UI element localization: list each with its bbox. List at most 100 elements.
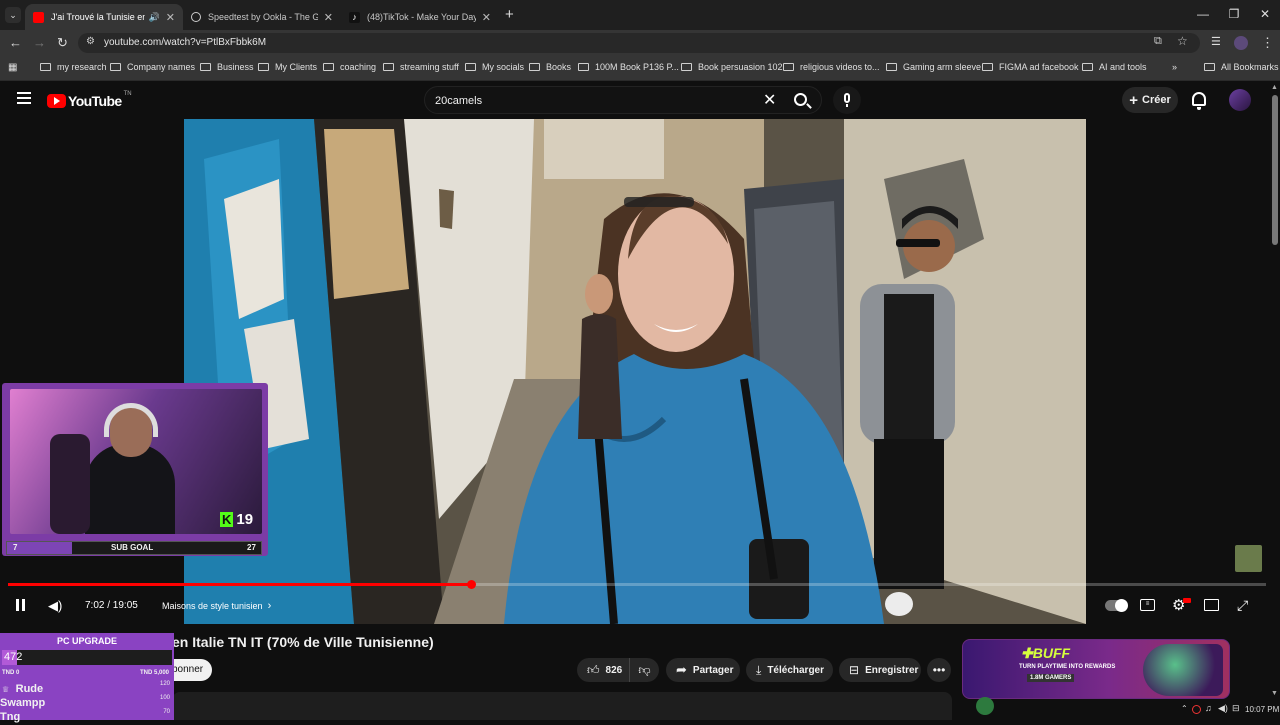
sub-goal-current: 7	[13, 543, 18, 552]
more-bookmarks-icon[interactable]: »	[1172, 62, 1177, 72]
bookmark-folder[interactable]: Gaming arm sleeve	[886, 62, 981, 72]
create-label: Créer	[1142, 94, 1171, 106]
bookmark-folder[interactable]: Company names	[110, 62, 195, 72]
bookmark-folder[interactable]: my research	[40, 62, 107, 72]
bookmark-label: All Bookmarks	[1221, 62, 1279, 72]
bookmark-folder[interactable]: coaching	[323, 62, 376, 72]
autoplay-toggle[interactable]	[1105, 599, 1128, 612]
bookmark-folder[interactable]: My socials	[465, 62, 524, 72]
tab-search-button[interactable]: ⌄	[5, 7, 21, 23]
install-icon[interactable]: ⧉	[1154, 35, 1162, 48]
tray-volume-icon[interactable]: ◀)	[1218, 703, 1228, 714]
youtube-header: YouTube TN 20camels ✕ + Créer	[0, 81, 1280, 119]
subtitles-icon[interactable]: ≡	[1140, 599, 1155, 611]
browser-tab[interactable]: J'ai Trouvé la Tunisie en Itali 🔊 ✕	[25, 4, 183, 30]
share-label: Partager	[692, 664, 734, 676]
theater-mode-icon[interactable]	[1204, 599, 1219, 611]
close-tab-icon[interactable]: ✕	[166, 11, 175, 24]
apps-icon[interactable]: ▦	[8, 62, 17, 73]
save-button[interactable]: ⊟ Enregistrer	[839, 658, 921, 682]
chapter-title[interactable]: Maisons de style tunisien ›	[162, 600, 271, 612]
scroll-down-icon[interactable]: ▼	[1271, 690, 1278, 697]
bookmark-folder[interactable]: Book persuasion 102	[681, 62, 783, 72]
browser-tab[interactable]: Speedtest by Ookla - The Glob ✕	[183, 4, 341, 30]
headset-icon[interactable]: ♫	[1205, 703, 1212, 713]
folder-icon	[383, 63, 394, 71]
tray-app-icon[interactable]	[1192, 705, 1201, 714]
scroll-up-icon[interactable]: ▲	[1271, 84, 1278, 91]
voice-search-icon[interactable]	[833, 86, 861, 114]
video-player[interactable]	[184, 119, 1086, 624]
hamburger-menu-icon[interactable]	[17, 92, 31, 104]
pause-button[interactable]	[15, 599, 27, 612]
logo-country: TN	[123, 91, 132, 97]
youtube-logo[interactable]: YouTube TN	[47, 91, 132, 109]
speedtest-favicon	[191, 12, 201, 22]
profile-avatar[interactable]	[1234, 36, 1248, 50]
volume-icon[interactable]: ◀)	[48, 598, 62, 614]
pc-upgrade-min: TND 0	[2, 670, 20, 676]
chapter-label: Maisons de style tunisien	[162, 601, 263, 611]
bookmark-label: Business	[217, 62, 254, 72]
bookmark-folder[interactable]: streaming stuff	[383, 62, 459, 72]
address-toolbar: ← → ↻ ⚙ youtube.com/watch?v=PtlBxFbbk6M …	[0, 30, 1280, 56]
leaderboard-row: Tng 70	[0, 707, 170, 723]
address-bar[interactable]: ⚙ youtube.com/watch?v=PtlBxFbbk6M ⧉ ☆	[78, 33, 1200, 53]
browser-menu-icon[interactable]: ⋮	[1261, 35, 1274, 51]
video-title: en Italie TN IT (70% de Ville Tunisienne…	[172, 634, 434, 650]
close-tab-icon[interactable]: ✕	[482, 11, 491, 24]
progress-scrubber[interactable]	[466, 580, 476, 589]
folder-icon	[529, 63, 540, 71]
bookmark-folder[interactable]: 100M Book P136 P...	[578, 62, 679, 72]
search-bar[interactable]: 20camels ✕	[424, 86, 822, 114]
clear-search-icon[interactable]: ✕	[763, 90, 776, 110]
progress-bar-track[interactable]	[8, 580, 1266, 589]
bookmark-folder[interactable]: religious videos to...	[783, 62, 880, 72]
bookmark-folder[interactable]: AI and tools	[1082, 62, 1147, 72]
restore-icon[interactable]: ❐	[1226, 7, 1242, 21]
back-icon[interactable]: ←	[9, 35, 22, 50]
extensions-icon[interactable]: ☰	[1211, 35, 1221, 48]
speaker-icon[interactable]: 🔊	[149, 12, 160, 23]
network-icon[interactable]: ⊟	[1232, 703, 1240, 714]
pc-upgrade-max: TND 5,000	[140, 670, 170, 676]
notifications-bell-icon[interactable]	[1192, 92, 1206, 110]
search-icon[interactable]	[794, 93, 812, 109]
fullscreen-icon[interactable]: ⤢	[1237, 597, 1248, 614]
bookmark-star-icon[interactable]: ☆	[1177, 34, 1188, 48]
browser-tab-strip: ⌄ J'ai Trouvé la Tunisie en Itali 🔊 ✕ Sp…	[0, 0, 1280, 30]
all-bookmarks[interactable]: All Bookmarks	[1204, 62, 1279, 72]
kick-icon: K	[220, 512, 234, 527]
hd-badge-icon	[1183, 598, 1191, 603]
create-button[interactable]: + Créer	[1122, 87, 1178, 113]
folder-icon	[323, 63, 334, 71]
channel-watermark[interactable]	[1235, 545, 1262, 572]
page-scrollbar[interactable]	[1272, 95, 1278, 245]
site-info-icon[interactable]: ⚙	[86, 36, 95, 47]
bookmark-label: streaming stuff	[400, 62, 459, 72]
bookmark-folder[interactable]: Books	[529, 62, 571, 72]
bookmark-folder[interactable]: FIGMA ad facebook	[982, 62, 1079, 72]
share-button[interactable]: ➦ Partager	[666, 658, 740, 682]
bookmark-folder[interactable]: Business	[200, 62, 254, 72]
bookmark-folder[interactable]: My Clients	[258, 62, 317, 72]
browser-tab[interactable]: ♪ (48)TikTok - Make Your Day ✕	[341, 4, 499, 30]
minimize-icon[interactable]: —	[1195, 7, 1211, 21]
dislike-button[interactable]: 👎︎	[629, 658, 659, 682]
more-actions-button[interactable]: •••	[927, 658, 951, 682]
folder-icon	[982, 63, 993, 71]
logo-text: YouTube	[68, 93, 122, 109]
forward-icon[interactable]: →	[33, 35, 46, 50]
bookmark-label: 100M Book P136 P...	[595, 62, 679, 72]
new-tab-button[interactable]: +	[505, 6, 514, 23]
buff-ad-banner[interactable]: ✚BUFF TURN PLAYTIME INTO REWARDS 1.8M GA…	[962, 639, 1230, 699]
account-avatar[interactable]	[1229, 89, 1251, 111]
close-tab-icon[interactable]: ✕	[324, 11, 333, 24]
leader-score: 70	[163, 709, 170, 715]
reload-icon[interactable]: ↻	[57, 35, 68, 51]
system-tray: ⌃ ♫ ◀) ⊟ 10:07 PM	[1140, 700, 1280, 720]
tray-chevron-icon[interactable]: ⌃	[1181, 704, 1188, 713]
download-button[interactable]: ⤓ Télécharger	[746, 658, 833, 682]
close-window-icon[interactable]: ✕	[1257, 7, 1273, 21]
like-button[interactable]: 👍︎ 826	[577, 658, 629, 682]
